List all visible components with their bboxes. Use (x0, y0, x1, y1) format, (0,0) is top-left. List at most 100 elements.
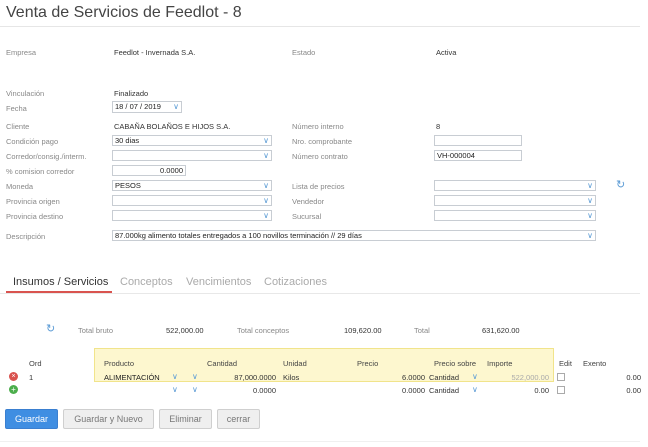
descripcion-value: 87.000kg alimento totales entregados a 1… (115, 231, 362, 240)
fecha-date-picker[interactable]: 18 / 07 / 2019 ∨ (112, 101, 182, 113)
vinculacion-value: Finalizado (114, 89, 149, 98)
row1-exento: 0.00 (626, 373, 641, 382)
chevron-down-icon: ∨ (263, 211, 269, 220)
vinculacion-label: Vinculación (6, 89, 45, 98)
header-cantidad: Cantidad (207, 359, 238, 368)
condicion-pago-label: Condición pago (6, 137, 59, 146)
chevron-down-icon: ∨ (587, 231, 593, 240)
chevron-down-icon: ∨ (263, 151, 269, 160)
cliente-label: Cliente (6, 122, 30, 131)
row1-precio[interactable]: 6.0000 (380, 373, 425, 382)
row2-edit-checkbox[interactable] (557, 386, 565, 394)
corredor-select[interactable]: ∨ (112, 150, 272, 161)
moneda-value: PESOS (115, 181, 141, 190)
total-bruto-label: Total bruto (78, 326, 114, 335)
chevron-down-icon: ∨ (587, 181, 593, 190)
moneda-label: Moneda (6, 182, 34, 191)
row1-ord: 1 (29, 373, 34, 382)
row2-cantidad[interactable]: 0.0000 (226, 386, 276, 395)
provincia-origen-label: Provincia origen (6, 197, 60, 206)
numero-interno-value: 8 (436, 122, 441, 131)
empresa-label: Empresa (6, 48, 37, 57)
row2-precio[interactable]: 0.0000 (380, 386, 425, 395)
chevron-down-icon: ∨ (263, 196, 269, 205)
numero-interno-label: Número interno (292, 122, 344, 131)
chevron-down-icon: ∨ (587, 196, 593, 205)
refresh-icon[interactable]: ↻ (616, 180, 625, 191)
tab-conceptos[interactable]: Conceptos (120, 276, 173, 288)
header-producto: Producto (104, 359, 135, 368)
descripcion-select[interactable]: 87.000kg alimento totales entregados a 1… (112, 230, 596, 241)
fecha-label: Fecha (6, 104, 27, 113)
tab-insumos-servicios[interactable]: Insumos / Servicios (13, 276, 108, 288)
comision-label: % comision corredor (6, 167, 75, 176)
row1-edit-checkbox[interactable] (557, 373, 565, 381)
guardar-button[interactable]: Guardar (5, 409, 58, 429)
tabs-divider (0, 293, 640, 294)
chevron-down-icon[interactable]: ∨ (192, 372, 198, 381)
estado-value: Activa (436, 48, 457, 57)
lista-precios-label: Lista de precios (292, 182, 345, 191)
header-exento: Exento (583, 359, 607, 368)
tab-vencimientos[interactable]: Vencimientos (186, 276, 251, 288)
cliente-value: CABAÑA BOLAÑOS E HIJOS S.A. (114, 122, 231, 131)
row1-cantidad[interactable]: 87,000.0000 (226, 373, 276, 382)
header-edit: Edit (559, 359, 572, 368)
total-bruto-value: 522,000.00 (166, 326, 204, 335)
eliminar-button[interactable]: Eliminar (159, 409, 212, 429)
guardar-y-nuevo-button[interactable]: Guardar y Nuevo (63, 409, 154, 429)
remove-circle-icon[interactable]: × (9, 372, 18, 381)
title-divider (0, 26, 640, 27)
total-conceptos-value: 109,620.00 (344, 326, 382, 335)
header-importe: Importe (487, 359, 513, 368)
moneda-select[interactable]: PESOS ∨ (112, 180, 272, 191)
total-label: Total (414, 326, 430, 335)
numero-contrato-input[interactable]: VH-000004 (434, 150, 522, 161)
chevron-down-icon: ∨ (587, 211, 593, 220)
tab-cotizaciones[interactable]: Cotizaciones (264, 276, 327, 288)
sucursal-select[interactable]: ∨ (434, 210, 596, 221)
row1-importe: 522,000.00 (511, 373, 549, 382)
vendedor-select[interactable]: ∨ (434, 195, 596, 206)
provincia-origen-select[interactable]: ∨ (112, 195, 272, 206)
row1-unidad: Kilos (283, 373, 300, 382)
row1-producto[interactable]: ALIMENTACIÓN (104, 373, 160, 382)
total-conceptos-label: Total conceptos (237, 326, 290, 335)
chevron-down-icon[interactable]: ∨ (172, 372, 178, 381)
editable-columns-highlight (94, 348, 554, 382)
sucursal-label: Sucursal (292, 212, 322, 221)
header-precio-sobre: Precio sobre (434, 359, 477, 368)
provincia-destino-select[interactable]: ∨ (112, 210, 272, 221)
footer-divider (0, 441, 640, 442)
chevron-down-icon[interactable]: ∨ (472, 385, 478, 394)
page-title: Venta de Servicios de Feedlot - 8 (6, 4, 242, 21)
condicion-pago-select[interactable]: 30 dias ∨ (112, 135, 272, 146)
cerrar-button[interactable]: cerrar (217, 409, 260, 429)
chevron-down-icon: ∨ (263, 136, 269, 145)
fecha-value: 18 / 07 / 2019 (115, 102, 161, 111)
chevron-down-icon: ∨ (263, 181, 269, 190)
total-value: 631,620.00 (482, 326, 520, 335)
empresa-value: Feedlot - Invernada S.A. (114, 48, 196, 57)
provincia-destino-label: Provincia destino (6, 212, 64, 221)
numero-contrato-label: Número contrato (292, 152, 348, 161)
header-ord: Ord (29, 359, 42, 368)
chevron-down-icon: ∨ (173, 102, 179, 111)
row2-importe: 0.00 (534, 386, 549, 395)
comision-input[interactable]: 0.0000 (112, 165, 186, 176)
chevron-down-icon[interactable]: ∨ (472, 372, 478, 381)
chevron-down-icon[interactable]: ∨ (172, 385, 178, 394)
condicion-pago-value: 30 dias (115, 136, 140, 145)
nro-comprobante-input[interactable] (434, 135, 522, 146)
nro-comprobante-label: Nro. comprobante (292, 137, 353, 146)
row1-precio-sobre[interactable]: Cantidad (429, 373, 459, 382)
header-unidad: Unidad (283, 359, 307, 368)
corredor-label: Corredor/consig./interm. (6, 152, 87, 161)
row2-precio-sobre[interactable]: Cantidad (429, 386, 459, 395)
refresh-icon[interactable]: ↻ (46, 324, 55, 335)
vendedor-label: Vendedor (292, 197, 325, 206)
header-precio: Precio (357, 359, 379, 368)
add-circle-icon[interactable]: + (9, 385, 18, 394)
chevron-down-icon[interactable]: ∨ (192, 385, 198, 394)
lista-precios-select[interactable]: ∨ (434, 180, 596, 191)
